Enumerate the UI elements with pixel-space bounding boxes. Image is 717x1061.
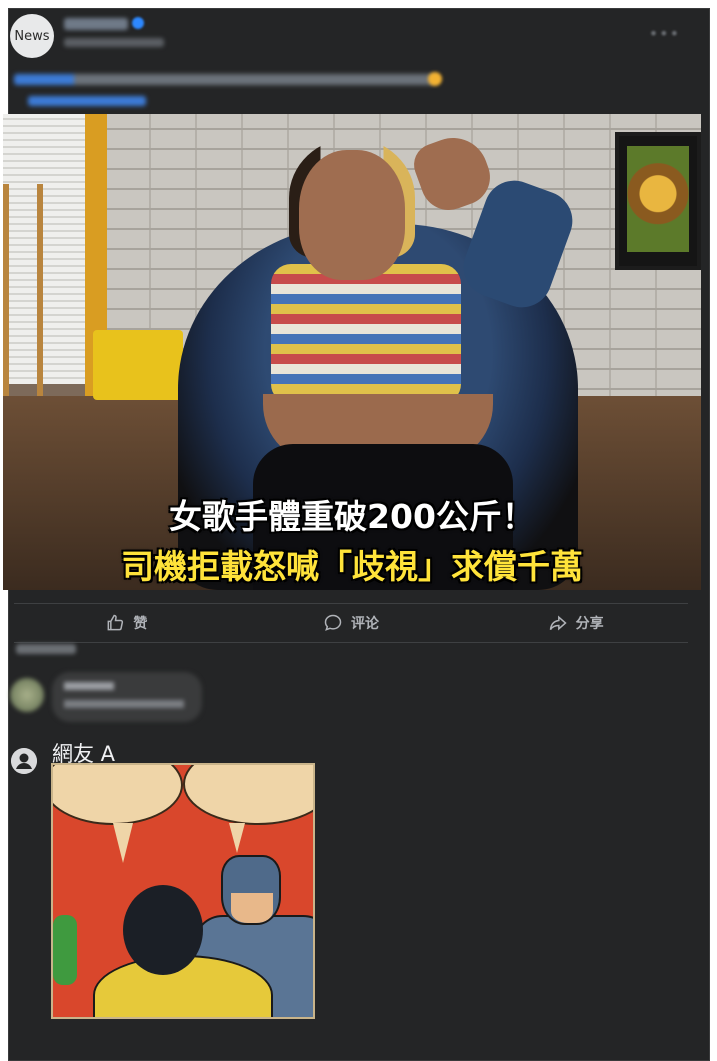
comment-name-blurred [64, 682, 114, 690]
speech-tail [113, 823, 133, 863]
speech-tail [229, 823, 245, 853]
more-options-icon[interactable]: ••• [649, 24, 680, 43]
image-subtitle-line1: 女歌手體重破200公斤！ [169, 497, 535, 536]
image-subtitle-line2: 司機拒載怒喊「歧視」求償千萬 [121, 547, 583, 586]
person-top [271, 264, 461, 404]
caption-line-blurred [14, 74, 434, 85]
share-button[interactable]: 分享 [463, 608, 688, 638]
thumbs-up-icon [107, 614, 124, 631]
share-label: 分享 [575, 616, 604, 632]
post-meta-blurred [64, 38, 164, 47]
comment-sort-blurred[interactable] [16, 644, 76, 654]
comment-blurred [10, 672, 210, 728]
comment-button[interactable]: 评论 [239, 608, 464, 638]
comment-text-blurred [64, 700, 184, 708]
share-icon [549, 615, 567, 631]
comment-bubble-blurred [52, 672, 202, 722]
wall-painting [615, 132, 701, 270]
robin-hand [53, 915, 77, 985]
robin-head [123, 885, 203, 975]
post-caption-blurred [10, 68, 690, 114]
speech-bubble-left [53, 765, 183, 825]
post-header: News ••• [10, 12, 690, 60]
user-avatar-icon [11, 748, 37, 774]
person-head [299, 150, 405, 280]
commenter-avatar-blurred [10, 678, 44, 712]
speech-bubble-right [183, 765, 313, 825]
emoji-icon [428, 72, 442, 86]
mop-bucket [93, 330, 183, 400]
like-button[interactable]: 赞 [14, 608, 239, 638]
batman-face [231, 893, 273, 923]
post-image[interactable]: 女歌手體重破200公斤！ 司機拒載怒喊「歧視」求償千萬 [3, 114, 701, 590]
like-label: 赞 [133, 616, 148, 632]
comment-icon [324, 614, 342, 631]
page-avatar[interactable]: News [10, 14, 54, 58]
divider [14, 603, 688, 604]
comment-label: 评论 [351, 616, 379, 632]
divider [14, 642, 688, 643]
page-name-blurred[interactable] [64, 18, 128, 30]
verified-badge-icon [132, 17, 144, 29]
post-actions: 赞 评论 分享 [14, 608, 688, 638]
caption-link-blurred[interactable] [28, 96, 146, 106]
meme-image[interactable] [51, 763, 315, 1019]
